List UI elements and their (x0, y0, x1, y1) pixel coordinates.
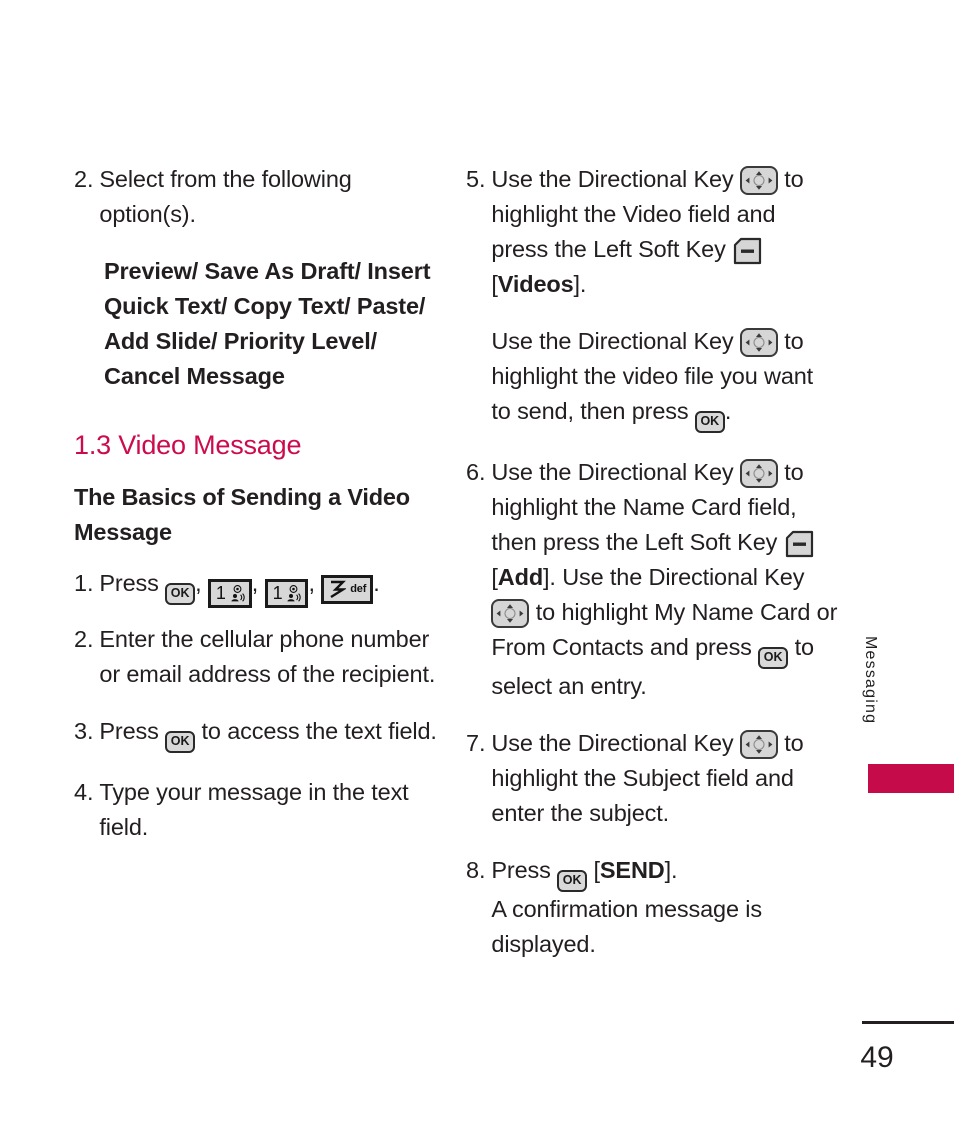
ok-key-icon: OK (758, 647, 789, 669)
list-item: 7. Use the Directional Key to highlight … (466, 726, 838, 831)
press-label: Press (491, 857, 551, 883)
comma-separator: , (308, 570, 315, 596)
options-list: Preview/ Save As Draft/ Insert Quick Tex… (104, 258, 431, 389)
bracket-close: ]. (664, 857, 678, 883)
list-item: 5. Use the Directional Key to highlight … (466, 162, 838, 433)
list-number: 3. (74, 717, 94, 744)
directional-key-icon (739, 166, 778, 195)
left-soft-key-icon (732, 237, 763, 265)
list-item: 4. Type your message in the text field. (74, 775, 446, 845)
key-1-icon: 1 (207, 578, 252, 608)
comma-separator: , (195, 570, 202, 596)
list-paragraph: Use the Directional Key to highlight the… (491, 162, 838, 302)
list-paragraph: Use the Directional Key to highlight the… (491, 324, 838, 433)
list-number: 2. (74, 625, 94, 652)
list-number: 4. (74, 778, 94, 805)
bracket-close: ]. (543, 564, 556, 590)
at-symbol-icon (289, 584, 298, 593)
key-symbol-stack (286, 584, 302, 602)
soft-key-label: Videos (497, 271, 574, 297)
list-item: 3. Press OK to access the text field. (74, 714, 446, 753)
list-text-segment: Use the Directional Key (491, 328, 734, 354)
key-3-icon: def (321, 575, 374, 604)
list-text: Type your message in the text field. (99, 778, 409, 840)
list-item: 2. Enter the cellular phone number or em… (74, 622, 446, 692)
directional-key-icon (739, 730, 778, 759)
right-column: 5. Use the Directional Key to highlight … (466, 162, 838, 984)
section-heading: 1.3 Video Message (74, 430, 302, 460)
at-symbol-icon (233, 584, 242, 593)
list-text: Enter the cellular phone number or email… (99, 625, 436, 687)
side-tab-marker (868, 764, 954, 793)
list-number: 8. (466, 857, 486, 883)
soft-key-label: SEND (599, 857, 665, 883)
sub-heading: The Basics of Sending a Video Message (74, 484, 410, 545)
list-number: 5. (466, 166, 486, 192)
list-text-segment: Use the Directional Key (491, 459, 734, 485)
list-text-segment: Use the Directional Key (491, 166, 734, 192)
bracket-close: ]. (573, 271, 587, 297)
list-text: Press OK to access the text field. (99, 714, 446, 753)
list-text: Select from the following option(s). (99, 166, 352, 227)
directional-key-icon (739, 328, 778, 357)
ok-key-icon: OK (694, 411, 725, 433)
list-item: 2. Select from the following option(s). (74, 162, 446, 232)
manual-page: 2. Select from the following option(s). … (0, 0, 954, 1145)
period: . (373, 570, 380, 596)
list-item: 6. Use the Directional Key to highlight … (466, 455, 838, 704)
list-text-tail: to access the text field. (201, 717, 437, 744)
key-symbol-stack (230, 584, 245, 602)
key-digit-3-glyph (330, 580, 347, 599)
list-text: Use the Directional Key to highlight the… (491, 726, 838, 831)
list-item: 8. Press OK [SEND]. A confirmation messa… (466, 853, 838, 962)
ok-key-icon: OK (557, 870, 588, 892)
list-text: Press OK, 1 , 1 , def . (99, 566, 446, 608)
ok-key-icon: OK (165, 730, 196, 753)
list-text-segment: Use the Directional Key (491, 730, 734, 756)
list-item: 1. Press OK, 1 , 1 , def . (74, 566, 446, 608)
ok-key-icon: OK (165, 583, 196, 605)
key-1-icon: 1 (264, 578, 309, 608)
list-text: Use the Directional Key to highlight the… (491, 455, 838, 704)
list-text-segment: Use the Directional Key (562, 564, 805, 590)
list-text-segment: A confirmation message is displayed. (491, 896, 762, 957)
footer-divider (862, 1021, 954, 1024)
side-tab-chapter-label: Messaging (862, 636, 879, 725)
list-text-segment: to (535, 599, 556, 625)
voicemail-symbol-icon (287, 592, 302, 602)
key-letters: def (350, 583, 367, 595)
key-digit: 1 (215, 583, 226, 603)
period: . (724, 398, 732, 424)
left-soft-key-icon (784, 530, 815, 558)
list-number: 7. (466, 730, 486, 756)
soft-key-label: Add (497, 564, 544, 590)
voicemail-symbol-icon (231, 592, 245, 602)
comma-separator: , (251, 570, 259, 596)
left-column: 2. Select from the following option(s). … (74, 162, 446, 867)
list-text: Use the Directional Key to highlight the… (491, 162, 838, 433)
list-number: 6. (466, 459, 486, 485)
list-number: 1. (74, 570, 94, 596)
directional-key-icon (739, 459, 778, 488)
press-label: Press (99, 570, 159, 596)
press-label: Press (99, 717, 159, 744)
page-number: 49 (860, 1041, 894, 1074)
key-digit: 1 (272, 583, 283, 603)
directional-key-icon (491, 599, 530, 628)
list-text: Press OK [SEND]. A confirmation message … (491, 853, 838, 962)
list-number: 2. (74, 166, 94, 192)
